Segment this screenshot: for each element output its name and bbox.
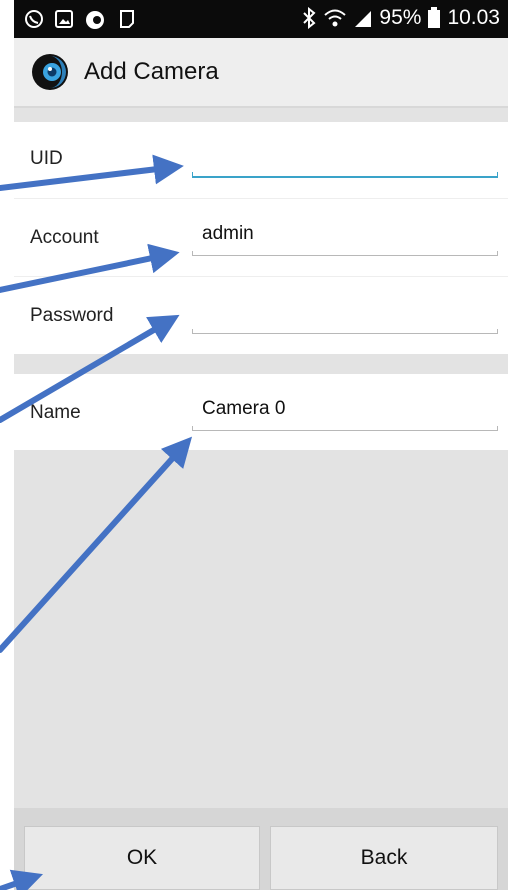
button-bar: OK Back [14, 808, 508, 890]
account-input[interactable] [192, 219, 508, 249]
name-input[interactable] [192, 394, 508, 424]
account-label: Account [30, 227, 99, 248]
camera-logo-icon [32, 54, 68, 90]
credentials-card: UID Account Password [14, 122, 508, 354]
uid-row: UID [14, 122, 508, 198]
signal-icon [355, 11, 372, 27]
page-title: Add Camera [84, 58, 219, 85]
back-button[interactable]: Back [270, 826, 498, 890]
name-row: Name [14, 374, 508, 450]
battery-icon [428, 7, 441, 28]
phone-call-icon [25, 10, 43, 28]
app-bar: Add Camera [14, 38, 508, 108]
status-bar: 95% 10.03 [14, 0, 508, 38]
uid-label: UID [30, 148, 63, 169]
clock: 10.03 [447, 6, 500, 29]
wifi-icon [324, 9, 347, 27]
name-card: Name [14, 374, 508, 450]
password-row: Password [14, 277, 508, 354]
bluetooth-icon [303, 7, 316, 29]
camera-app-icon [86, 11, 104, 29]
name-label: Name [30, 402, 81, 423]
account-underline [192, 251, 498, 256]
phone-screen: 95% 10.03 Add Camera UID Account Passw [14, 0, 508, 890]
password-underline [192, 329, 498, 334]
image-icon [55, 10, 73, 28]
password-label: Password [30, 305, 114, 326]
account-row: Account [14, 199, 508, 276]
ok-button[interactable]: OK [24, 826, 260, 890]
battery-percent: 95% [379, 6, 422, 29]
uid-underline [192, 172, 498, 178]
status-right: 95% 10.03 [301, 6, 500, 30]
notification-icon [120, 10, 134, 28]
uid-input[interactable] [192, 146, 508, 176]
password-input[interactable] [192, 299, 508, 329]
name-underline [192, 426, 498, 431]
